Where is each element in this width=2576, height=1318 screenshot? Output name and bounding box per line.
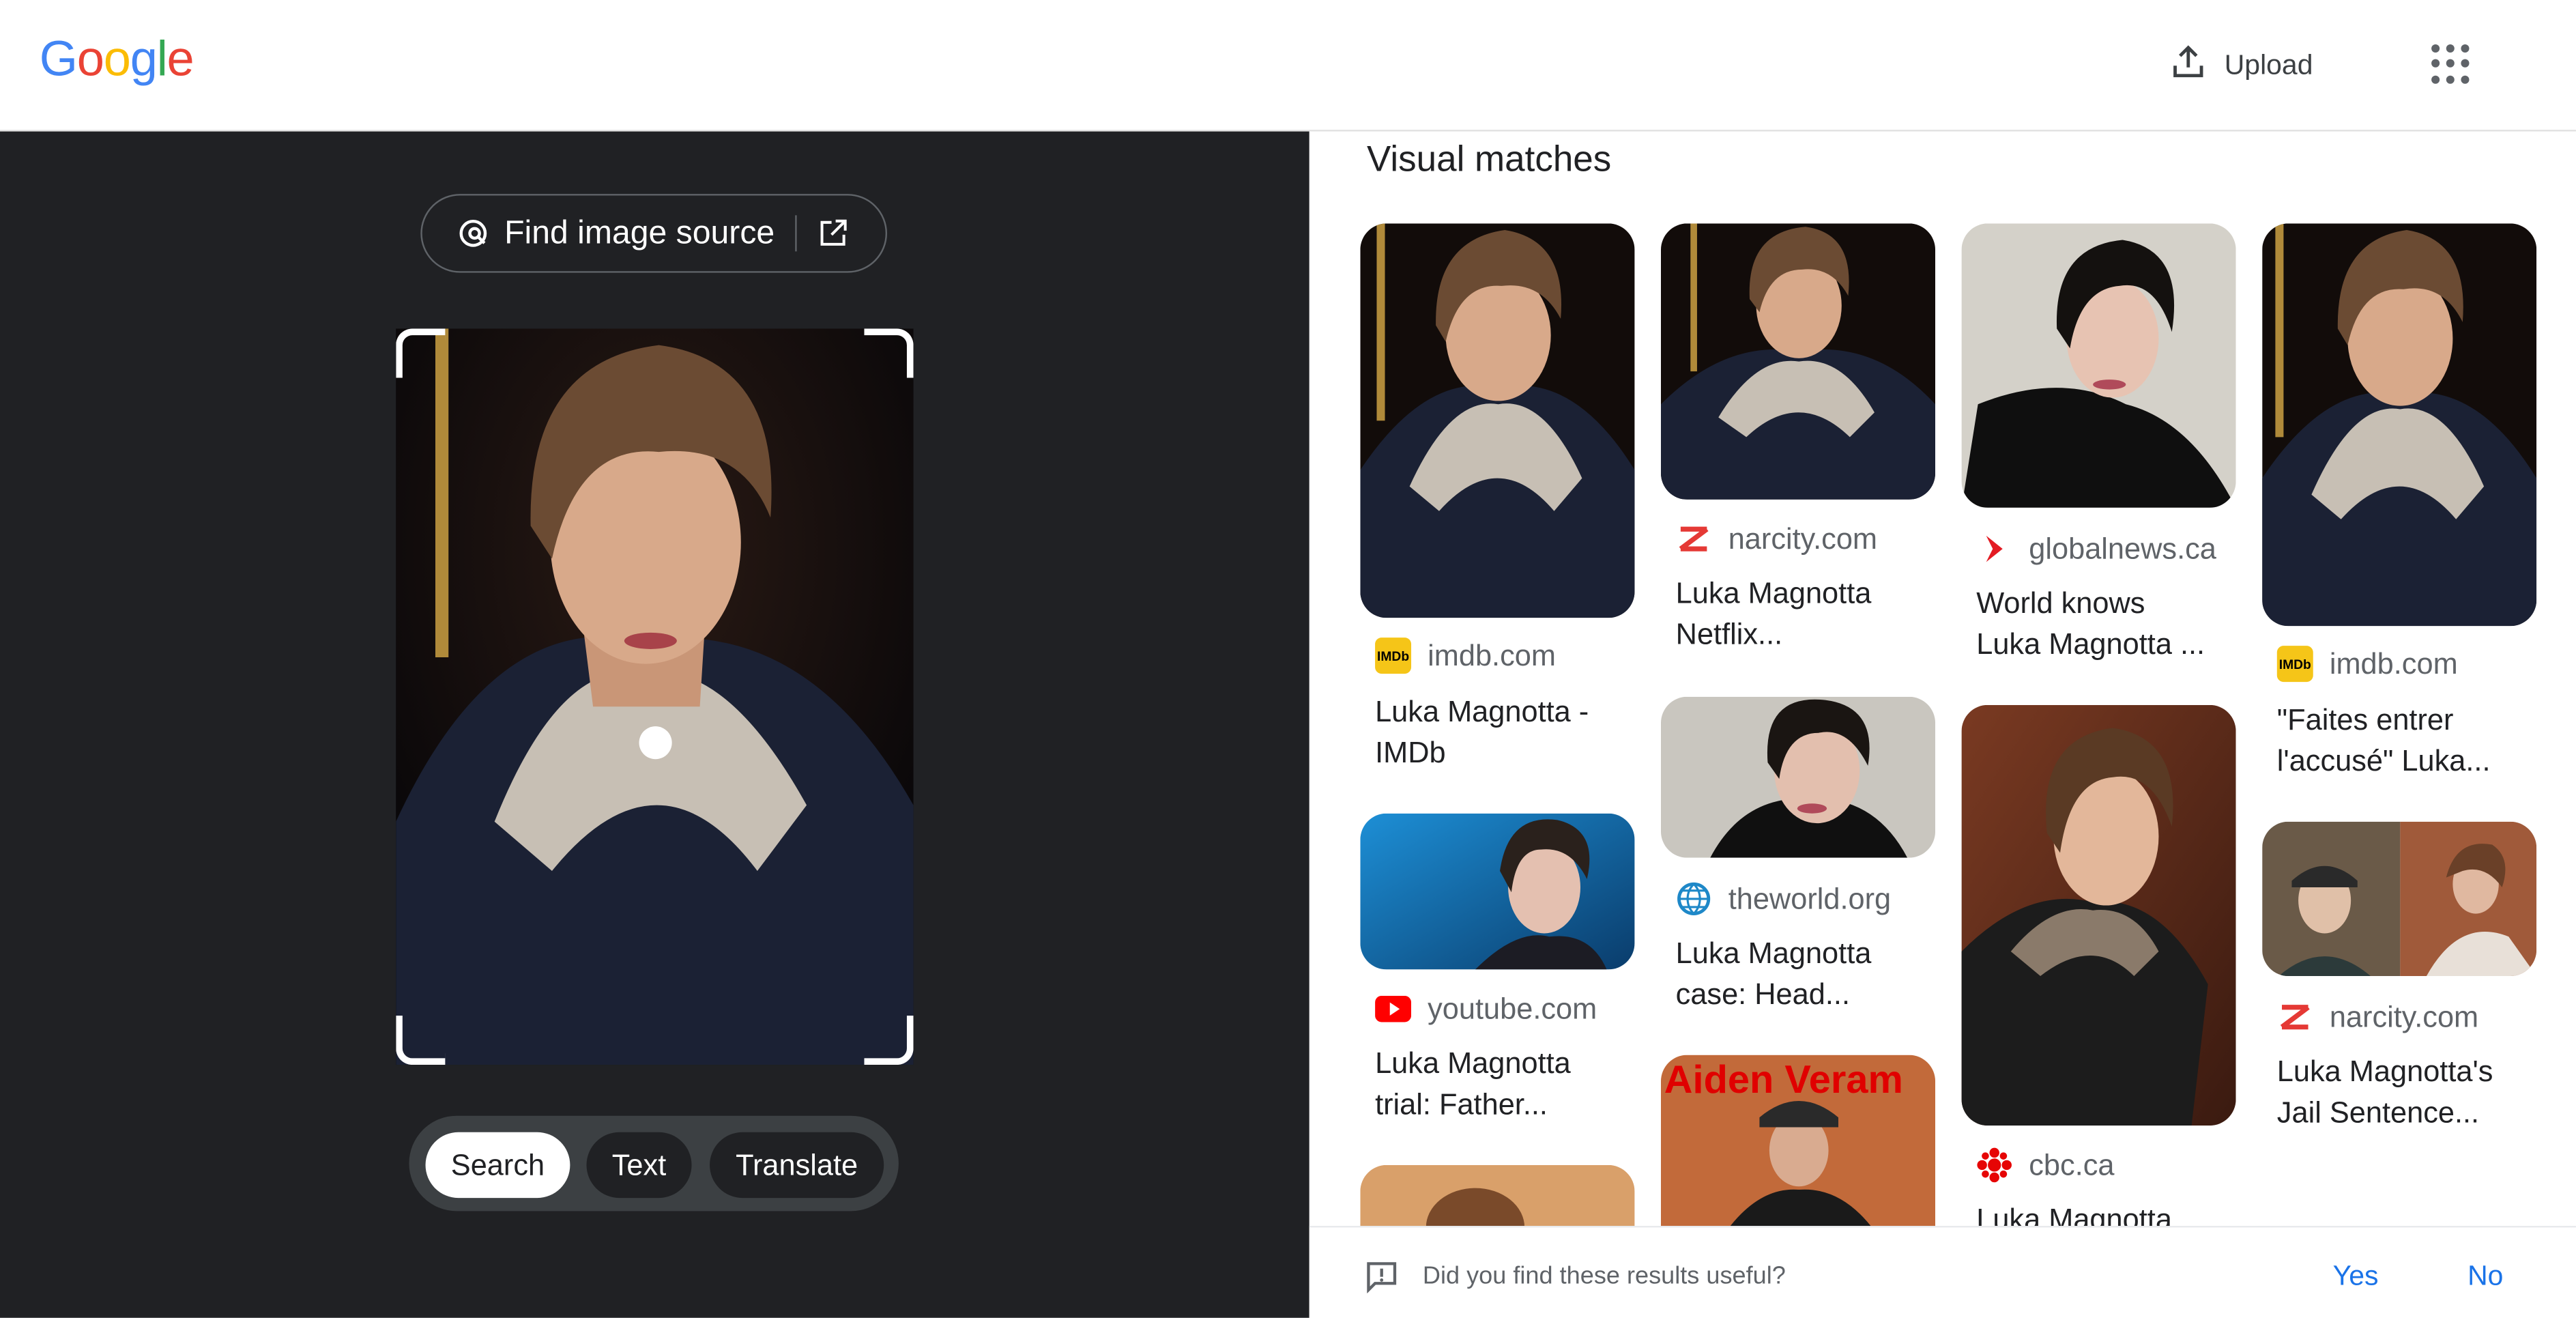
result-thumbnail[interactable] (2262, 223, 2537, 627)
logo-letter: e (167, 33, 194, 87)
result-site: cbc.ca (2029, 1147, 2115, 1181)
result-thumbnail[interactable] (1660, 223, 1936, 500)
tab-search[interactable]: Search (425, 1132, 570, 1199)
top-bar: Google Upload (0, 0, 2576, 132)
result-site: theworld.org (1728, 881, 1892, 915)
result-source[interactable]: narcity.com (1676, 521, 1877, 557)
result-title-line: trial: Father... (1375, 1087, 1548, 1121)
globe-icon (1676, 880, 1712, 917)
visual-matches-heading: Visual matches (1367, 138, 1612, 180)
result-thumbnail[interactable]: Aiden Veram (1660, 1055, 1936, 1231)
result-title[interactable]: World knows Luka Magnotta ... (1976, 584, 2239, 665)
logo-letter: l (156, 33, 168, 87)
find-image-source-label: Find image source (504, 214, 775, 251)
mode-switcher: Search Text Translate (409, 1115, 899, 1212)
result-title-line: "Faites entrer (2276, 703, 2454, 736)
lens-search-icon (455, 215, 491, 251)
result-title[interactable]: Luka Magnotta Netflix... (1676, 573, 1939, 655)
result-title[interactable]: Luka Magnotta trial: Father... (1375, 1044, 1638, 1126)
result-site: imdb.com (2329, 646, 2458, 680)
result-thumbnail[interactable] (1961, 223, 2236, 508)
result-source[interactable]: narcity.com (2277, 999, 2478, 1035)
result-title-line: World knows (1976, 586, 2145, 620)
result-title-line: Luka Magnotta's (2276, 1055, 2493, 1088)
thumbnail-overlay-text: Aiden Veram (1664, 1058, 1903, 1103)
result-source[interactable]: youtube.com (1375, 991, 1597, 1027)
find-image-source-button[interactable]: Find image source (420, 194, 888, 273)
result-thumbnail[interactable] (1360, 813, 1635, 970)
crop-corner[interactable] (396, 328, 446, 378)
upload-icon (2169, 42, 2208, 89)
apps-grid-icon[interactable] (2431, 44, 2471, 84)
result-title-line: Jail Sentence... (2276, 1095, 2480, 1129)
result-title[interactable]: Luka Magnotta - IMDb (1375, 692, 1638, 774)
result-thumbnail[interactable] (1360, 1164, 1635, 1231)
youtube-icon (1375, 991, 1412, 1027)
logo-letter: o (76, 33, 104, 87)
imdb-icon: IMDb (1375, 637, 1412, 674)
tab-translate[interactable]: Translate (710, 1132, 884, 1199)
result-title-line: Luka Magnotta - (1375, 695, 1589, 728)
narcity-icon (1676, 521, 1712, 557)
result-title-line: IMDb (1375, 736, 1446, 769)
result-source[interactable]: cbc.ca (1976, 1147, 2115, 1183)
result-title-line: Luka Magnotta (1675, 936, 1872, 970)
result-site: globalnews.ca (2029, 531, 2216, 564)
crop-corner[interactable] (864, 328, 914, 378)
feedback-no-button[interactable]: No (2468, 1261, 2503, 1293)
crop-corner[interactable] (864, 1015, 914, 1065)
result-site: youtube.com (1428, 991, 1597, 1025)
result-thumbnail[interactable] (1660, 696, 1936, 858)
result-title[interactable]: "Faites entrer l'accusé" Luka... (2277, 700, 2540, 782)
result-thumbnail[interactable] (2262, 821, 2537, 977)
logo-letter: o (103, 33, 131, 87)
result-source[interactable]: globalnews.ca (1976, 531, 2216, 567)
feedback-question: Did you find these results useful? (1422, 1261, 1786, 1290)
result-thumbnail[interactable] (1360, 223, 1635, 618)
result-title[interactable]: Luka Magnotta (1976, 1199, 2239, 1226)
crop-corner[interactable] (396, 1015, 446, 1065)
upload-label: Upload (2224, 49, 2313, 81)
result-site: narcity.com (2329, 999, 2479, 1033)
result-title-line: l'accusé" Luka... (2276, 744, 2491, 777)
logo-letter: G (39, 33, 78, 87)
result-title-line: Netflix... (1675, 618, 1783, 651)
feedback-icon (1365, 1261, 1398, 1302)
open-in-new-icon (815, 217, 848, 250)
logo-letter: g (130, 33, 158, 87)
result-thumbnail[interactable] (1961, 704, 2236, 1126)
imdb-icon: IMDb (2276, 646, 2313, 683)
upload-button[interactable]: Upload (2169, 44, 2313, 87)
result-title[interactable]: Luka Magnotta's Jail Sentence... (2277, 1052, 2540, 1134)
result-title-line: Luka Magnotta (1675, 577, 1872, 610)
result-title-line: Luka Magnotta ... (1976, 627, 2205, 661)
result-title[interactable]: Luka Magnotta case: Head... (1676, 933, 1939, 1015)
result-title-line: case: Head... (1675, 977, 1850, 1011)
result-source[interactable]: IMDb imdb.com (1375, 637, 1556, 674)
feedback-yes-button[interactable]: Yes (2333, 1261, 2379, 1293)
cbc-icon (1976, 1147, 2012, 1183)
result-title-line: Luka Magnotta (1375, 1046, 1571, 1080)
result-title-line: Luka Magnotta (1976, 1203, 2172, 1226)
result-site: narcity.com (1728, 521, 1878, 555)
query-image[interactable] (396, 328, 914, 1065)
result-source[interactable]: IMDb imdb.com (2276, 646, 2458, 683)
result-site: imdb.com (1428, 638, 1556, 672)
narcity-icon (2277, 999, 2313, 1035)
tab-text[interactable]: Text (586, 1132, 692, 1199)
google-logo[interactable]: Google (40, 33, 194, 89)
result-source[interactable]: theworld.org (1676, 880, 1892, 917)
divider (794, 215, 796, 252)
globalnews-icon (1976, 531, 2012, 567)
